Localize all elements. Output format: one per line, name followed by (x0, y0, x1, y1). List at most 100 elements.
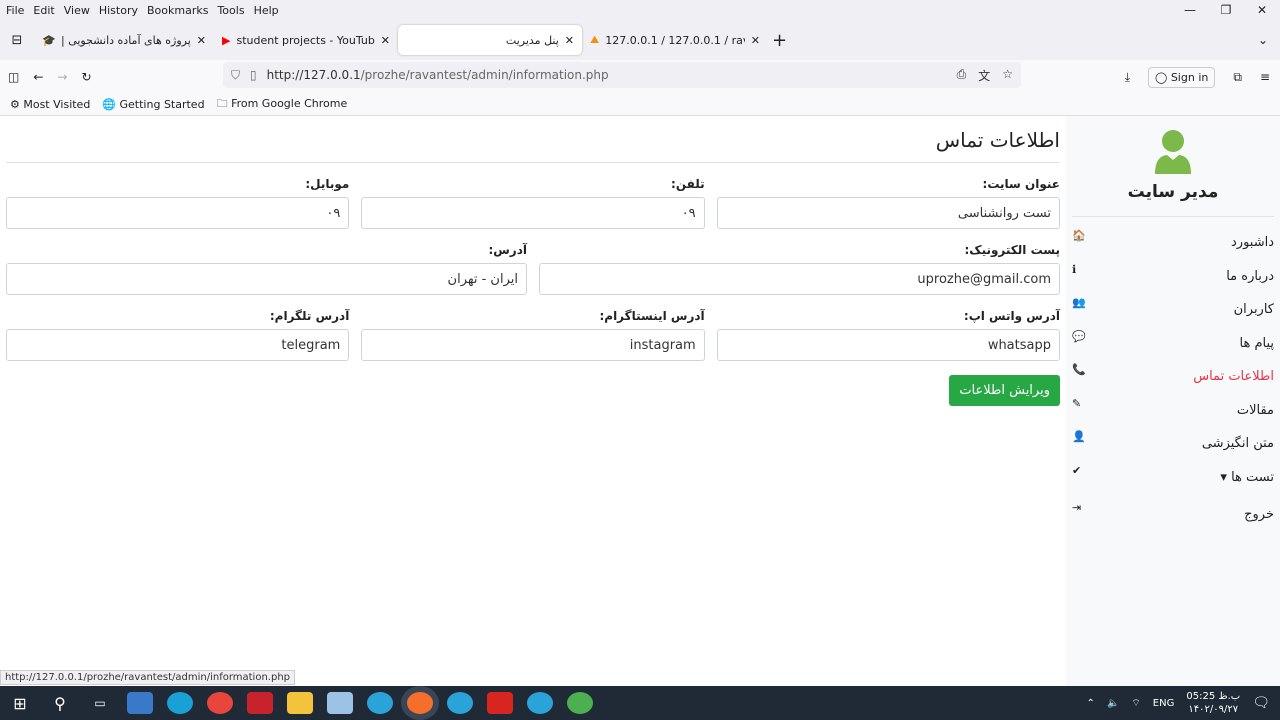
menu-bar: File Edit View History Bookmarks Tools H… (0, 0, 1280, 20)
telegram-icon-2[interactable] (447, 692, 473, 714)
tab-projects[interactable]: 🎓پروژه های آماده دانشجویی | دانلو✕ (34, 25, 214, 55)
tab-phpmyadmin[interactable]: ⛰127.0.0.1 / 127.0.0.1 / ravantest✕ (582, 25, 768, 55)
sign-in-button[interactable]: ◯ Sign in (1148, 67, 1215, 88)
menu-edit[interactable]: Edit (33, 4, 54, 17)
maximize-button[interactable]: ❐ (1208, 0, 1244, 20)
tab-youtube[interactable]: ▶student projects - YouTube✕ (214, 25, 398, 55)
telegram-icon-3[interactable] (527, 692, 553, 714)
system-tray: ⌃ 🔈 ⌔ ENG ب.ظ 05:25۱۴۰۲/۰۹/۲۷ 🗨 (1087, 686, 1280, 720)
windows-start-icon[interactable]: ⊞ (0, 694, 40, 713)
sidebar-item-users[interactable]: کاربران👥 (1066, 290, 1280, 324)
address-input[interactable] (6, 263, 527, 295)
tab-list-icon[interactable]: ⊟ (0, 33, 34, 48)
page-content: اطلاعات تماس عنوان سایت: تلفن: موبایل: پ… (0, 116, 1280, 686)
sidebar-item-about[interactable]: درباره ماℹ (1066, 257, 1280, 291)
menu-file[interactable]: File (6, 4, 24, 17)
instagram-input[interactable] (361, 329, 704, 361)
chrome-icon[interactable] (207, 692, 233, 714)
sidebar-item-articles[interactable]: مقالات✎ (1066, 391, 1280, 425)
status-bar-url: http://127.0.0.1/prozhe/ravantest/admin/… (0, 670, 295, 685)
edit-info-button[interactable]: ویرایش اطلاعات (949, 375, 1060, 406)
store-icon[interactable] (127, 692, 153, 714)
tab-bar: ⊟ 🎓پروژه های آماده دانشجویی | دانلو✕ ▶st… (0, 20, 1280, 60)
bookmark-most-visited[interactable]: ⚙ Most Visited (10, 98, 90, 111)
menu-help[interactable]: Help (254, 4, 279, 17)
language-indicator[interactable]: ENG (1153, 698, 1175, 709)
chevron-up-icon[interactable]: ⌃ (1087, 698, 1095, 709)
firefox-icon[interactable] (407, 692, 433, 714)
taskbar: ⊞ ⚲ ▭ ⌃ 🔈 ⌔ ENG ب.ظ 05:25۱۴۰۲/۰۹/۲۷ 🗨 (0, 686, 1280, 720)
menu-bookmarks[interactable]: Bookmarks (147, 4, 208, 17)
menu-tools[interactable]: Tools (217, 4, 244, 17)
close-tab-icon[interactable]: ✕ (751, 34, 760, 47)
app-icon[interactable] (247, 692, 273, 714)
acrobat-icon[interactable] (487, 692, 513, 714)
address-label: آدرس: (6, 243, 527, 257)
mobile-input[interactable] (6, 197, 349, 229)
bookmark-from-chrome[interactable]: 🗀 From Google Chrome (217, 95, 348, 114)
sign-out-icon: ⇥ (1072, 501, 1081, 514)
url-bar[interactable]: ⛉ ▯ http://127.0.0.1/prozhe/ravantest/ad… (223, 62, 1021, 88)
instagram-label: آدرس اینستاگرام: (361, 309, 704, 323)
sidebar-item-tests[interactable]: تست ها ▾✔ (1066, 458, 1280, 492)
new-tab-button[interactable]: + (772, 30, 787, 51)
sidebar-item-dashboard[interactable]: داشبورد🏠 (1066, 223, 1280, 257)
edge-icon[interactable] (167, 692, 193, 714)
sidebar-item-contact-info[interactable]: اطلاعات تماس📞 (1066, 357, 1280, 391)
page-icon: ▯ (250, 68, 257, 82)
main-content: اطلاعات تماس عنوان سایت: تلفن: موبایل: پ… (0, 116, 1066, 686)
extensions-icon[interactable]: ⧉ (1233, 70, 1242, 85)
close-window-button[interactable]: ✕ (1244, 0, 1280, 20)
users-icon: 👥 (1072, 296, 1086, 309)
forward-button[interactable]: → (57, 70, 67, 84)
tab-overflow-chevron-icon[interactable]: ⌄ (1258, 33, 1268, 47)
site-title-label: عنوان سایت: (717, 177, 1060, 191)
translate-icon[interactable]: 文 (978, 67, 990, 84)
whatsapp-label: آدرس واتس اپ: (717, 309, 1060, 323)
search-icon[interactable]: ⚲ (40, 694, 80, 713)
site-title-input[interactable] (717, 197, 1060, 229)
sidebar-toggle-icon[interactable]: ◫ (8, 70, 19, 84)
mobile-label: موبایل: (6, 177, 349, 191)
sidebar-item-motivational-text[interactable]: متن انگیزشی👤 (1066, 424, 1280, 458)
phpmyadmin-icon: ⛰ (590, 33, 599, 47)
graduation-cap-icon: 🎓 (42, 34, 56, 47)
phone-input[interactable] (361, 197, 704, 229)
clock[interactable]: ب.ظ 05:25۱۴۰۲/۰۹/۲۷ (1186, 690, 1240, 716)
bookmark-getting-started[interactable]: 🌐 Getting Started (102, 98, 204, 111)
user-edit-icon: 👤 (1072, 430, 1086, 443)
email-input[interactable] (539, 263, 1060, 295)
info-icon: ℹ (1072, 263, 1076, 276)
volume-icon[interactable]: 🔈 (1107, 698, 1119, 709)
notepad-icon[interactable] (327, 692, 353, 714)
app-menu-icon[interactable]: ≡ (1260, 70, 1270, 84)
downloads-icon[interactable]: ⤓ (1125, 70, 1130, 85)
close-tab-icon[interactable]: ✕ (381, 34, 390, 47)
sidebar-item-messages[interactable]: پیام ها💬 (1066, 324, 1280, 358)
home-icon: 🏠 (1072, 229, 1086, 242)
youtube-icon: ▶ (222, 34, 230, 47)
sidebar-item-logout[interactable]: خروج⇥ (1066, 495, 1280, 529)
url-text: http://127.0.0.1/prozhe/ravantest/admin/… (267, 68, 609, 82)
close-tab-icon[interactable]: ✕ (197, 34, 206, 47)
wifi-icon[interactable]: ⌔ (1131, 697, 1140, 710)
menu-history[interactable]: History (99, 4, 138, 17)
back-button[interactable]: ← (33, 70, 43, 84)
shield-icon[interactable]: ⛉ (231, 68, 240, 83)
minimize-button[interactable]: — (1172, 0, 1208, 20)
tab-admin-panel[interactable]: پنل مدیریت✕ (398, 25, 582, 55)
email-label: پست الکترونیک: (539, 243, 1060, 257)
chrome-icon-2[interactable] (567, 692, 593, 714)
task-view-icon[interactable]: ▭ (80, 696, 120, 710)
telegram-icon[interactable] (367, 692, 393, 714)
bookmark-star-icon[interactable]: ☆ (1002, 67, 1013, 84)
notifications-icon[interactable]: 🗨 (1252, 695, 1270, 711)
close-tab-icon[interactable]: ✕ (565, 34, 574, 47)
whatsapp-input[interactable] (717, 329, 1060, 361)
user-avatar-icon (1153, 128, 1193, 174)
save-page-icon[interactable]: ⎙ (957, 67, 967, 84)
menu-view[interactable]: View (64, 4, 90, 17)
reload-button[interactable]: ↻ (81, 70, 91, 84)
telegram-input[interactable] (6, 329, 349, 361)
file-explorer-icon[interactable] (287, 692, 313, 714)
